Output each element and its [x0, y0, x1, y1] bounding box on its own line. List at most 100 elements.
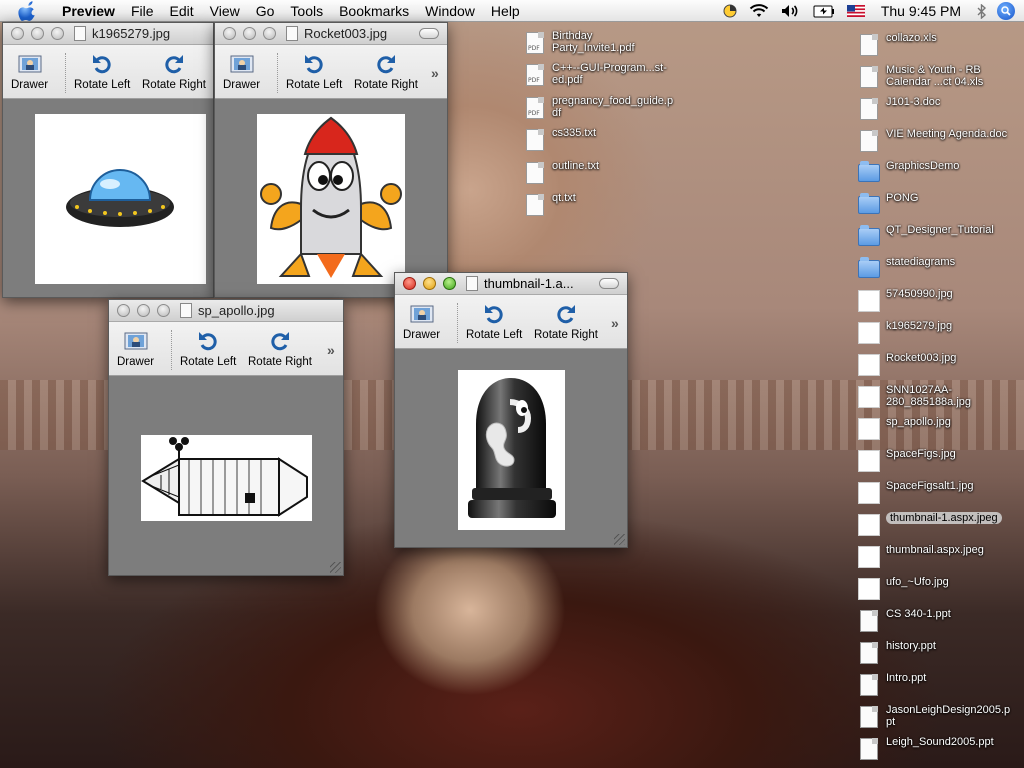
battery-pie-icon[interactable]	[723, 4, 737, 18]
rotate-right-button[interactable]: Rotate Right	[248, 328, 312, 368]
rotate-right-button[interactable]: Rotate Right	[534, 301, 598, 341]
volume-icon[interactable]	[781, 4, 801, 18]
menu-edit[interactable]: Edit	[162, 0, 202, 22]
desktop-icon[interactable]: ufo_~Ufo.jpg	[858, 576, 1011, 602]
drawer-button[interactable]: Drawer	[403, 301, 440, 341]
menu-go[interactable]: Go	[248, 0, 283, 22]
spotlight-icon[interactable]	[997, 2, 1015, 20]
minimize-button[interactable]	[243, 27, 256, 40]
desktop-icon[interactable]: qt.txt	[524, 192, 677, 218]
drawer-button[interactable]: Drawer	[11, 51, 48, 91]
desktop-icon-label: J101-3.doc	[886, 96, 941, 108]
minimize-button[interactable]	[31, 27, 44, 40]
desktop-icon[interactable]: PONG	[858, 192, 1011, 218]
desktop-icon[interactable]: JasonLeighDesign2005.ppt	[858, 704, 1011, 730]
document-proxy-icon[interactable]	[286, 26, 298, 41]
drawer-icon	[18, 55, 42, 73]
menu-clock[interactable]: Thu 9:45 PM	[881, 3, 961, 19]
drawer-button[interactable]: Drawer	[117, 328, 154, 368]
preview-window-rocket[interactable]: Rocket003.jpg Drawer Rotate Left Rotate …	[214, 22, 448, 298]
menu-tools[interactable]: Tools	[282, 0, 331, 22]
close-button[interactable]	[223, 27, 236, 40]
menu-window[interactable]: Window	[417, 0, 483, 22]
rotate-right-label: Rotate Right	[142, 79, 206, 91]
desktop-icon[interactable]: Rocket003.jpg	[858, 352, 1011, 378]
zoom-button[interactable]	[157, 304, 170, 317]
toolbar-separator	[277, 53, 278, 93]
window-titlebar[interactable]: Rocket003.jpg	[215, 23, 447, 45]
desktop-icon[interactable]: history.ppt	[858, 640, 1011, 666]
toolbar-overflow-chevron[interactable]: »	[431, 65, 439, 81]
desktop-icon[interactable]: k1965279.jpg	[858, 320, 1011, 346]
toolbar-toggle-button[interactable]	[419, 28, 439, 39]
desktop-icon[interactable]: outline.txt	[524, 160, 677, 186]
desktop-icon[interactable]: GraphicsDemo	[858, 160, 1011, 186]
rotate-right-button[interactable]: Rotate Right	[142, 51, 206, 91]
desktop-icon[interactable]: cs335.txt	[524, 127, 677, 153]
desktop-icon[interactable]: thumbnail-1.aspx.jpeg	[858, 512, 1002, 538]
close-button[interactable]	[403, 277, 416, 290]
desktop-icon[interactable]: QT_Designer_Tutorial	[858, 224, 1011, 250]
rotate-left-button[interactable]: Rotate Left	[74, 51, 130, 91]
toolbar-toggle-button[interactable]	[599, 278, 619, 289]
desktop-icon[interactable]: Intro.ppt	[858, 672, 1011, 698]
zoom-button[interactable]	[263, 27, 276, 40]
desktop-icon[interactable]: PDF pregnancy_food_guide.pdf	[524, 95, 677, 121]
zoom-button[interactable]	[51, 27, 64, 40]
wifi-icon[interactable]	[749, 4, 769, 18]
zoom-button[interactable]	[443, 277, 456, 290]
minimize-button[interactable]	[423, 277, 436, 290]
rotate-left-button[interactable]: Rotate Left	[286, 51, 342, 91]
desktop-icon[interactable]: 57450990.jpg	[858, 288, 1011, 314]
preview-window-ufo[interactable]: k1965279.jpg Drawer Rotate Left Rotate R…	[2, 22, 214, 298]
menu-app-preview[interactable]: Preview	[54, 0, 123, 22]
menu-bookmarks[interactable]: Bookmarks	[331, 0, 417, 22]
drawer-button[interactable]: Drawer	[223, 51, 260, 91]
desktop-icon[interactable]: statediagrams	[858, 256, 1011, 282]
desktop-icon[interactable]: sp_apollo.jpg	[858, 416, 1011, 442]
menu-view[interactable]: View	[202, 0, 248, 22]
desktop-icon[interactable]: PDF Birthday Party_Invite1.pdf	[524, 30, 677, 56]
image-view[interactable]	[3, 100, 213, 297]
desktop-icon[interactable]: VIE Meeting Agenda.doc	[858, 128, 1011, 154]
image-view[interactable]	[215, 100, 447, 297]
close-button[interactable]	[117, 304, 130, 317]
menu-help[interactable]: Help	[483, 0, 528, 22]
window-titlebar[interactable]: thumbnail-1.a...	[395, 273, 627, 295]
desktop-icon[interactable]: PDF C++--GUI-Program...st-ed.pdf	[524, 62, 677, 88]
desktop-icon[interactable]: Music & Youth - RB Calendar ...ct 04.xls	[858, 64, 1011, 90]
us-flag-icon[interactable]	[846, 5, 865, 17]
preview-window-thumbnail[interactable]: thumbnail-1.a... Drawer Rotate Left Rota…	[394, 272, 628, 548]
resize-grip[interactable]	[330, 562, 341, 573]
image-view[interactable]	[109, 377, 343, 575]
desktop-icon[interactable]: J101-3.doc	[858, 96, 1011, 122]
document-proxy-icon[interactable]	[466, 276, 478, 291]
desktop-icon[interactable]: collazo.xls	[858, 32, 1011, 58]
image-view[interactable]	[395, 350, 627, 547]
document-proxy-icon[interactable]	[180, 303, 192, 318]
desktop-icon[interactable]: SNN1027AA-280_885188a.jpg	[858, 384, 1011, 410]
rotate-left-button[interactable]: Rotate Left	[180, 328, 236, 368]
rotate-right-button[interactable]: Rotate Right	[354, 51, 418, 91]
toolbar-separator	[457, 303, 458, 343]
resize-grip[interactable]	[614, 534, 625, 545]
desktop-icon[interactable]: SpaceFigsalt1.jpg	[858, 480, 1011, 506]
preview-window-apollo[interactable]: sp_apollo.jpg Drawer Rotate Left Rotate …	[108, 299, 344, 576]
toolbar-overflow-chevron[interactable]: »	[327, 342, 335, 358]
rotate-left-button[interactable]: Rotate Left	[466, 301, 522, 341]
window-titlebar[interactable]: sp_apollo.jpg	[109, 300, 343, 322]
desktop-icon[interactable]: thumbnail.aspx.jpeg	[858, 544, 1011, 570]
toolbar-overflow-chevron[interactable]: »	[611, 315, 619, 331]
desktop-icon[interactable]: Leigh_Sound2005.ppt	[858, 736, 1011, 762]
menu-file[interactable]: File	[123, 0, 162, 22]
battery-icon[interactable]	[813, 5, 835, 18]
status-area: Thu 9:45 PM	[717, 0, 1024, 22]
minimize-button[interactable]	[137, 304, 150, 317]
document-proxy-icon[interactable]	[74, 26, 86, 41]
desktop-icon[interactable]: CS 340-1.ppt	[858, 608, 1011, 634]
apple-icon[interactable]	[18, 0, 38, 21]
close-button[interactable]	[11, 27, 24, 40]
desktop-icon[interactable]: SpaceFigs.jpg	[858, 448, 1011, 474]
window-titlebar[interactable]: k1965279.jpg	[3, 23, 213, 45]
bluetooth-icon[interactable]	[977, 3, 987, 19]
